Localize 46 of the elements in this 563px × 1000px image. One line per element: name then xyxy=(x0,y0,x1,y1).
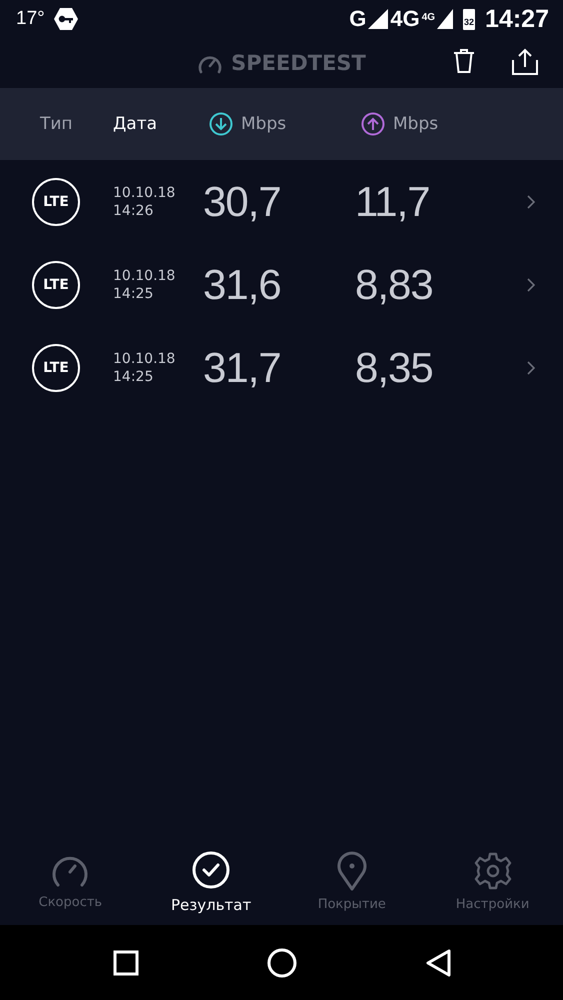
gear-icon xyxy=(472,851,513,891)
tab[interactable]: Результат xyxy=(140,838,282,925)
upload-value: 8,35 xyxy=(355,344,434,392)
result-row[interactable]: LTE 10.10.18 14:25 31,7 8,35 xyxy=(0,326,563,409)
chevron-right-icon xyxy=(527,194,535,208)
network-text: 4G xyxy=(390,6,420,32)
signal-icon xyxy=(437,9,454,29)
chevron-right-icon xyxy=(527,278,535,292)
temperature-text: 17° xyxy=(16,8,45,30)
column-header[interactable]: Mbps xyxy=(361,112,438,136)
network-type-badge: LTE xyxy=(32,260,80,308)
result-row[interactable]: LTE 10.10.18 14:26 30,7 11,7 xyxy=(0,160,563,243)
download-value: 31,7 xyxy=(203,344,282,392)
date-text: 10.10.18 xyxy=(113,350,176,368)
network-text: G xyxy=(349,6,366,32)
time-text: 14:25 xyxy=(113,368,154,386)
recents-icon[interactable] xyxy=(112,950,138,976)
map-pin-icon xyxy=(336,851,368,891)
network-superscript-text: 4G xyxy=(422,12,436,22)
app-title: SPEEDTEST xyxy=(231,51,366,75)
column-header[interactable]: Mbps xyxy=(209,112,361,136)
check-circle-icon xyxy=(191,850,232,890)
download-value: 30,7 xyxy=(203,178,282,226)
column-header[interactable]: Дата xyxy=(113,114,209,134)
time-text: 14:25 xyxy=(113,284,154,302)
download-value: 31,6 xyxy=(203,260,282,308)
signal-icon xyxy=(368,9,388,29)
upload-icon xyxy=(361,112,385,136)
clock-text: 14:27 xyxy=(485,4,549,34)
key-icon xyxy=(52,7,79,31)
chevron-right-icon xyxy=(527,360,535,374)
download-icon xyxy=(209,112,233,136)
date-text: 10.10.18 xyxy=(113,266,176,284)
network-type-badge: LTE xyxy=(32,344,80,392)
upload-value: 8,83 xyxy=(355,260,434,308)
upload-value: 11,7 xyxy=(355,178,431,226)
result-row[interactable]: LTE 10.10.18 14:25 31,6 8,83 xyxy=(0,243,563,326)
battery-icon: 32 xyxy=(463,8,476,30)
column-header[interactable]: Тип xyxy=(40,114,113,134)
time-text: 14:26 xyxy=(113,202,154,220)
share-icon[interactable] xyxy=(511,48,539,76)
network-type-badge: LTE xyxy=(32,178,80,226)
date-text: 10.10.18 xyxy=(113,184,176,202)
trash-icon[interactable] xyxy=(451,48,477,74)
home-icon[interactable] xyxy=(266,948,296,978)
back-icon[interactable] xyxy=(424,948,450,978)
